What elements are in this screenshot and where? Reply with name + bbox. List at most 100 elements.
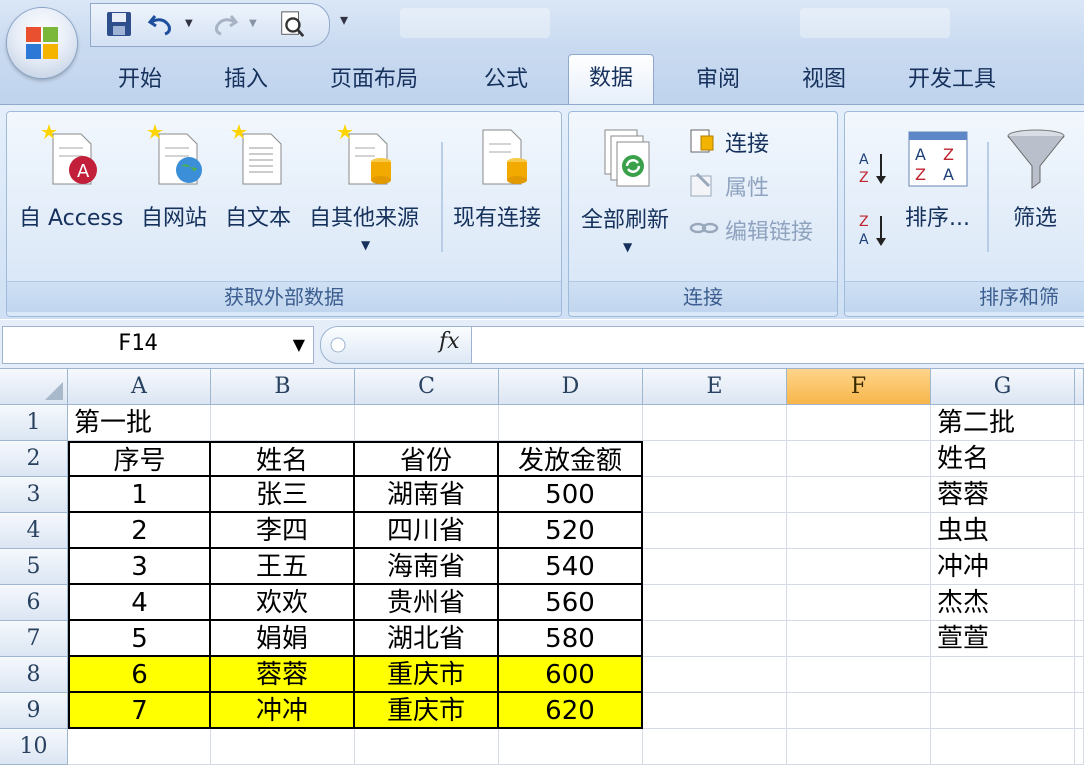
existing-connections-icon[interactable] (473, 122, 537, 190)
tab-formulas[interactable]: 公式 (484, 62, 528, 98)
cell-h1[interactable] (1075, 405, 1084, 441)
tab-insert[interactable]: 插入 (224, 62, 268, 98)
column-header-f[interactable]: F (787, 369, 931, 405)
cell-b6[interactable]: 欢欢 (211, 585, 355, 621)
cell-g9[interactable] (931, 693, 1075, 729)
cell-g2[interactable]: 姓名 (931, 441, 1075, 477)
cell-g3[interactable]: 蓉蓉 (931, 477, 1075, 513)
from-other-sources-icon[interactable] (337, 122, 401, 190)
sort-a-to-z-icon[interactable]: A Z (857, 148, 891, 188)
connections-button[interactable]: 连接 (725, 126, 769, 158)
cell-d6[interactable]: 560 (499, 585, 643, 621)
row-header-10[interactable]: 10 (0, 729, 68, 765)
cell-c8[interactable]: 重庆市 (355, 657, 499, 693)
row-header-2[interactable]: 2 (0, 441, 68, 477)
column-header-h[interactable] (1075, 369, 1084, 405)
filter-icon[interactable] (1005, 126, 1067, 192)
cell-b10[interactable] (211, 729, 355, 765)
cell-e6[interactable] (643, 585, 787, 621)
cell-b3[interactable]: 张三 (211, 477, 355, 513)
edit-links-button[interactable]: 编辑链接 (725, 214, 813, 246)
redo-icon[interactable] (209, 10, 239, 38)
tab-developer[interactable]: 开发工具 (908, 62, 996, 98)
undo-dropdown-icon[interactable]: ▼ (185, 18, 193, 29)
cell-e7[interactable] (643, 621, 787, 657)
existing-connections-button[interactable]: 现有连接 (453, 200, 541, 232)
insert-function-icon[interactable]: fx (439, 329, 460, 354)
name-box[interactable]: F14 ▼ (2, 326, 314, 364)
tab-view[interactable]: 视图 (802, 62, 846, 98)
tab-data[interactable]: 数据 (568, 54, 655, 107)
cell-h3[interactable] (1075, 477, 1084, 513)
cell-d3[interactable]: 500 (499, 477, 643, 513)
cell-g8[interactable] (931, 657, 1075, 693)
row-header-9[interactable]: 9 (0, 693, 68, 729)
cell-a6[interactable]: 4 (68, 585, 211, 621)
cell-b5[interactable]: 王五 (211, 549, 355, 585)
connections-icon[interactable] (689, 126, 719, 156)
cell-f2[interactable] (787, 441, 931, 477)
cell-d10[interactable] (499, 729, 643, 765)
cell-h4[interactable] (1075, 513, 1084, 549)
cell-d5[interactable]: 540 (499, 549, 643, 585)
customize-qat-icon[interactable]: ▾ (340, 10, 348, 29)
sort-z-to-a-icon[interactable]: Z A (857, 210, 891, 250)
undo-icon[interactable] (147, 10, 177, 38)
cell-e8[interactable] (643, 657, 787, 693)
cell-b4[interactable]: 李四 (211, 513, 355, 549)
cell-c10[interactable] (355, 729, 499, 765)
cell-b8[interactable]: 蓉蓉 (211, 657, 355, 693)
cell-c7[interactable]: 湖北省 (355, 621, 499, 657)
cell-h2[interactable] (1075, 441, 1084, 477)
sort-dialog-icon[interactable]: A Z Z A (907, 130, 969, 188)
cell-f1[interactable] (787, 405, 931, 441)
cell-b7[interactable]: 娟娟 (211, 621, 355, 657)
from-text-icon[interactable] (231, 122, 295, 190)
from-web-button[interactable]: 自网站 (141, 200, 207, 232)
cell-a8[interactable]: 6 (68, 657, 211, 693)
from-other-sources-button[interactable]: 自其他来源 (309, 200, 419, 232)
tab-page-layout[interactable]: 页面布局 (330, 62, 418, 98)
from-access-button[interactable]: 自 Access (19, 200, 123, 232)
cell-g7[interactable]: 萱萱 (931, 621, 1075, 657)
cell-e3[interactable] (643, 477, 787, 513)
cell-f8[interactable] (787, 657, 931, 693)
cell-d1[interactable] (499, 405, 643, 441)
column-header-a[interactable]: A (68, 369, 211, 405)
formula-bar-handle-icon[interactable] (329, 336, 347, 354)
cell-a3[interactable]: 1 (68, 477, 211, 513)
cell-f4[interactable] (787, 513, 931, 549)
filter-button[interactable]: 筛选 (1013, 200, 1057, 232)
cell-b9[interactable]: 冲冲 (211, 693, 355, 729)
row-header-4[interactable]: 4 (0, 513, 68, 549)
cell-c2[interactable]: 省份 (355, 441, 499, 477)
row-header-8[interactable]: 8 (0, 657, 68, 693)
cell-g5[interactable]: 冲冲 (931, 549, 1075, 585)
cell-a5[interactable]: 3 (68, 549, 211, 585)
cell-h5[interactable] (1075, 549, 1084, 585)
save-icon[interactable] (105, 10, 133, 38)
cell-b1[interactable] (211, 405, 355, 441)
cell-c3[interactable]: 湖南省 (355, 477, 499, 513)
refresh-all-icon[interactable] (601, 126, 661, 192)
from-text-button[interactable]: 自文本 (225, 200, 291, 232)
cell-a1[interactable]: 第一批 (68, 405, 211, 441)
from-other-sources-dropdown-icon[interactable]: ▼ (361, 238, 370, 252)
cell-e9[interactable] (643, 693, 787, 729)
cell-c6[interactable]: 贵州省 (355, 585, 499, 621)
row-header-1[interactable]: 1 (0, 405, 68, 441)
cell-g10[interactable] (931, 729, 1075, 765)
sort-button[interactable]: 排序... (905, 200, 970, 232)
cell-c4[interactable]: 四川省 (355, 513, 499, 549)
cell-f9[interactable] (787, 693, 931, 729)
cell-g4[interactable]: 虫虫 (931, 513, 1075, 549)
refresh-all-dropdown-icon[interactable]: ▼ (623, 240, 632, 254)
select-all-corner[interactable] (0, 369, 68, 405)
column-header-b[interactable]: B (211, 369, 355, 405)
cell-f5[interactable] (787, 549, 931, 585)
cell-d8[interactable]: 600 (499, 657, 643, 693)
cell-d2[interactable]: 发放金额 (499, 441, 643, 477)
cell-a2[interactable]: 序号 (68, 441, 211, 477)
cell-e5[interactable] (643, 549, 787, 585)
column-header-g[interactable]: G (931, 369, 1075, 405)
